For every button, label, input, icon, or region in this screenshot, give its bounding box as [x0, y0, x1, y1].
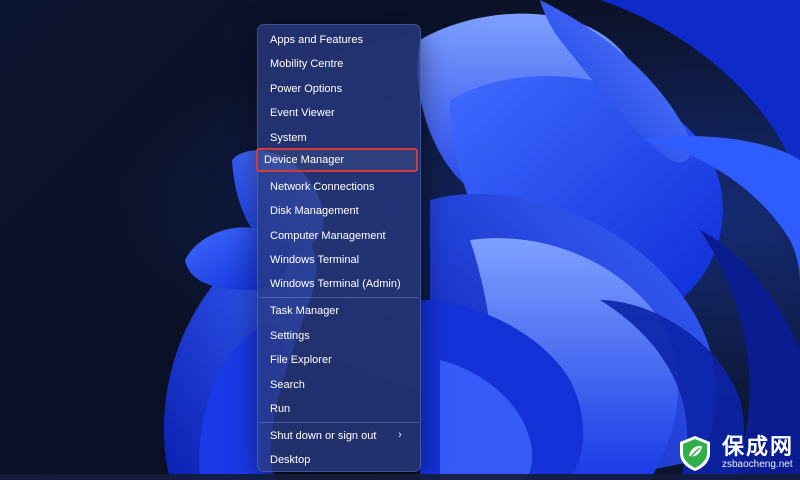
site-watermark: 保成网 zsbaocheng.net: [676, 434, 794, 472]
watermark-title: 保成网: [721, 434, 794, 459]
watermark-url: zsbaocheng.net: [721, 459, 793, 470]
winx-context-menu: Apps and Features Mobility Centre Power …: [256, 24, 421, 472]
menu-item-power-options[interactable]: Power Options: [262, 77, 416, 101]
menu-item-file-explorer[interactable]: File Explorer: [262, 348, 416, 372]
menu-item-run[interactable]: Run: [262, 397, 416, 421]
menu-item-network-connections[interactable]: Network Connections: [262, 175, 416, 199]
shield-leaf-icon: [679, 436, 710, 471]
menu-item-system[interactable]: System: [262, 126, 416, 150]
menu-item-settings[interactable]: Settings: [262, 324, 416, 348]
menu-item-disk-management[interactable]: Disk Management: [262, 199, 416, 223]
menu-item-search[interactable]: Search: [262, 373, 416, 397]
menu-separator: [259, 297, 419, 298]
desktop: Apps and Features Mobility Centre Power …: [0, 0, 800, 480]
menu-item-task-manager[interactable]: Task Manager: [262, 299, 416, 323]
menu-item-label: Shut down or sign out: [270, 430, 377, 442]
menu-item-mobility-centre[interactable]: Mobility Centre: [262, 52, 416, 76]
menu-item-shut-down-or-sign-out[interactable]: Shut down or sign out ›: [262, 424, 416, 448]
menu-item-device-manager[interactable]: Device Manager: [256, 148, 418, 172]
chevron-right-icon: ›: [398, 429, 402, 441]
menu-item-computer-management[interactable]: Computer Management: [262, 224, 416, 248]
menu-separator: [259, 422, 419, 423]
menu-item-apps-and-features[interactable]: Apps and Features: [262, 28, 416, 52]
taskbar-edge: [0, 474, 800, 480]
menu-item-event-viewer[interactable]: Event Viewer: [262, 101, 416, 125]
menu-item-desktop[interactable]: Desktop: [262, 448, 416, 472]
menu-item-windows-terminal-admin[interactable]: Windows Terminal (Admin): [262, 272, 416, 296]
menu-item-windows-terminal[interactable]: Windows Terminal: [262, 248, 416, 272]
